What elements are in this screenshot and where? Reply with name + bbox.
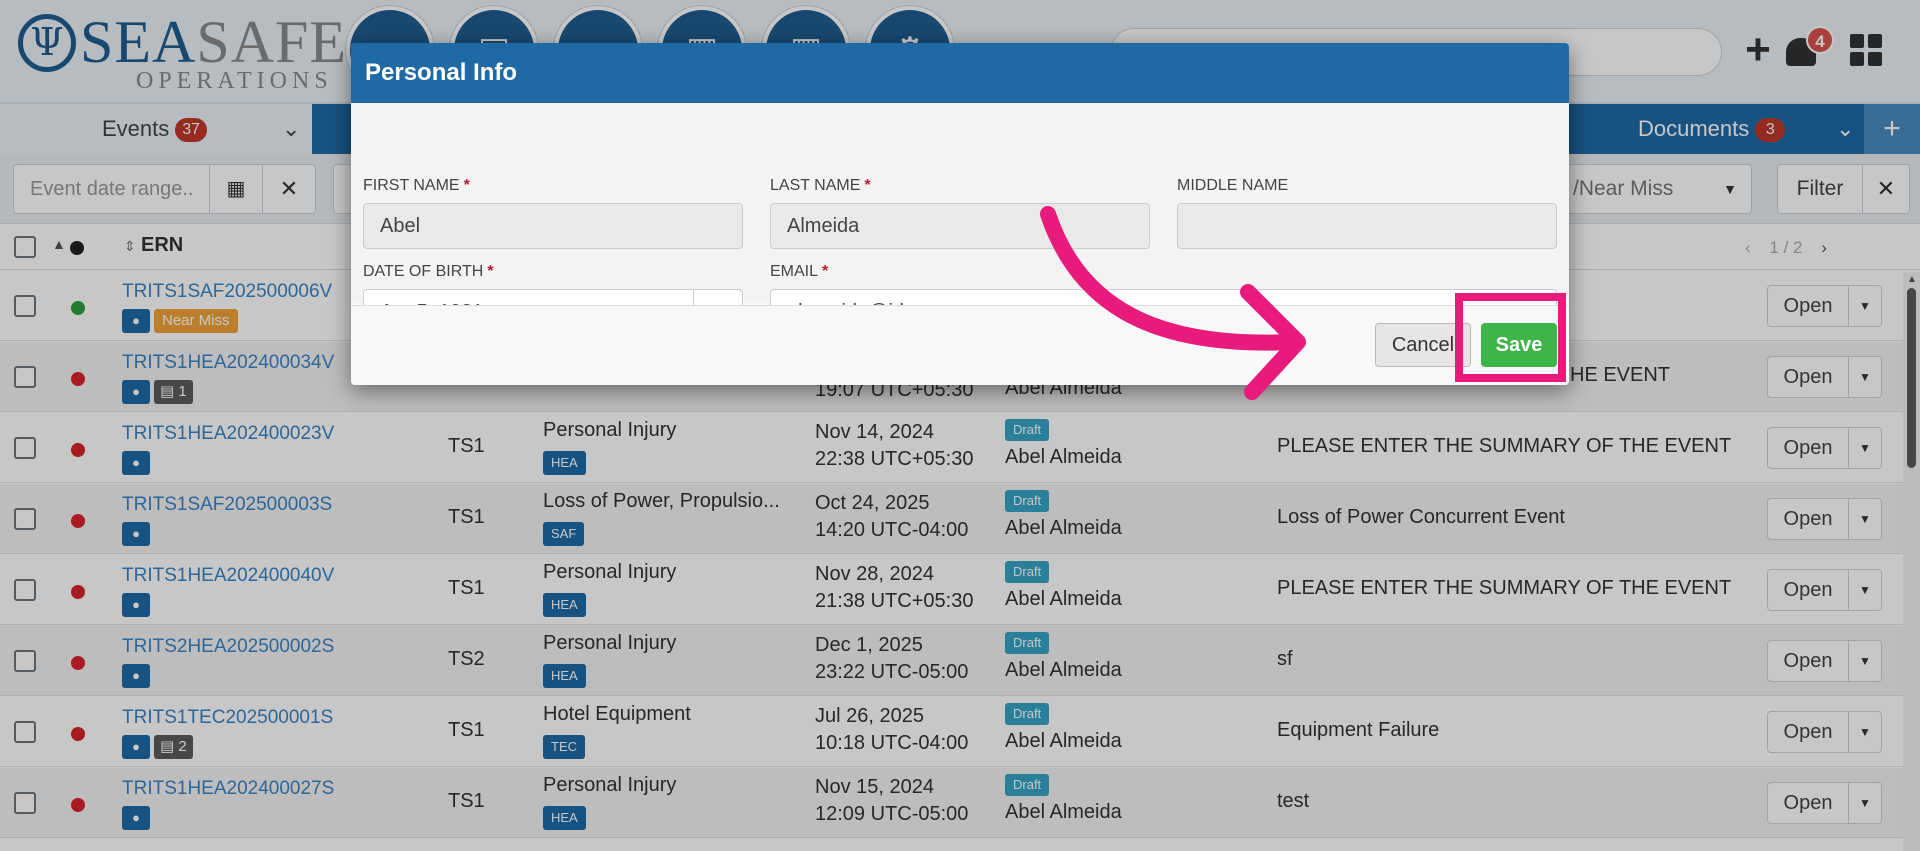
required-mark: * xyxy=(463,177,470,194)
required-mark: * xyxy=(822,263,829,280)
personal-info-modal: Personal Info FIRST NAME * Abel LAST NAME… xyxy=(351,43,1569,385)
pointer-arrow-icon xyxy=(1040,206,1306,400)
required-mark: * xyxy=(864,177,871,194)
first-name-field[interactable]: Abel xyxy=(363,203,743,249)
required-mark: * xyxy=(487,263,494,280)
email-label: EMAIL * xyxy=(770,263,829,280)
date-of-birth-label: DATE OF BIRTH * xyxy=(363,263,494,280)
last-name-label: LAST NAME * xyxy=(770,177,871,194)
save-highlight-box xyxy=(1455,293,1566,382)
first-name-label: FIRST NAME * xyxy=(363,177,470,194)
modal-body: FIRST NAME * Abel LAST NAME * Almeida MIDD… xyxy=(351,103,1569,335)
modal-footer: Cancel Save xyxy=(351,305,1569,385)
middle-name-label: MIDDLE NAME xyxy=(1177,177,1289,194)
modal-title: Personal Info xyxy=(351,43,1569,103)
